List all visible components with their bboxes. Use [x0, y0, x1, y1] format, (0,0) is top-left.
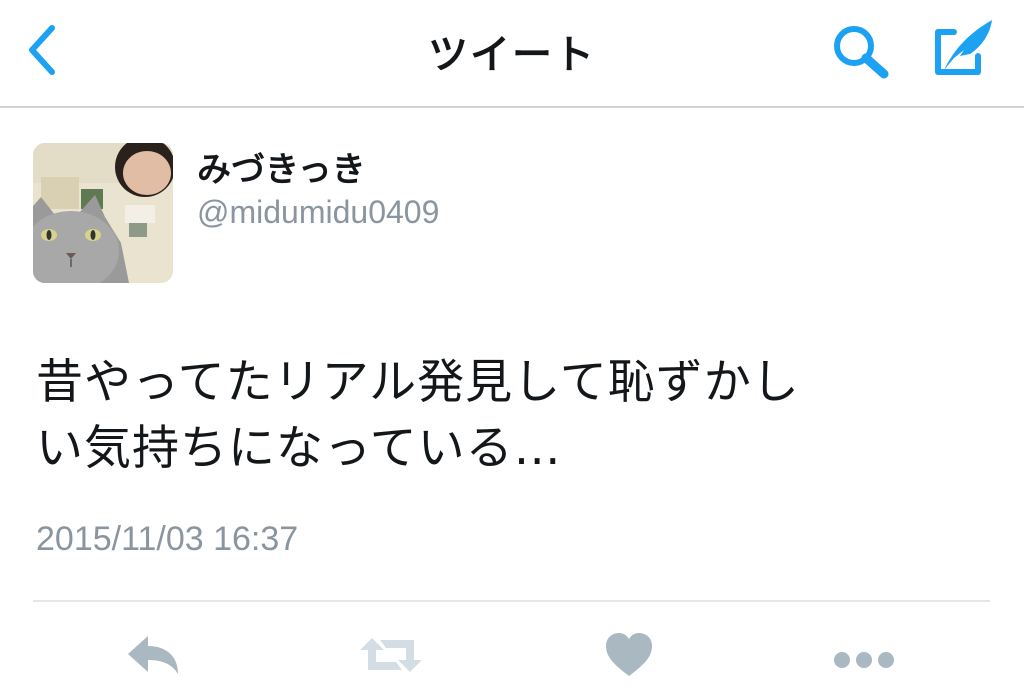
avatar-image: [33, 143, 173, 283]
tweet-text-line: 昔やってたリアル発見して恥ずかし: [36, 355, 800, 410]
navigation-bar: ツイート: [0, 0, 1024, 108]
avatar[interactable]: [33, 143, 173, 283]
more-button[interactable]: [832, 630, 896, 680]
tweet-text-line: い気持ちになっている…: [36, 421, 562, 476]
author-display-name[interactable]: みづきっき: [197, 142, 366, 191]
tweet-text: 昔やってたリアル発見して恥ずかし い気持ちになっている…: [36, 350, 996, 482]
reply-button[interactable]: [124, 630, 184, 680]
author-handle[interactable]: @midumidu0409: [197, 194, 439, 231]
divider: [33, 600, 990, 602]
heart-icon: [606, 633, 652, 676]
compose-tweet-button[interactable]: [930, 14, 1000, 80]
retweet-button[interactable]: [356, 630, 426, 680]
more-icon: [834, 652, 894, 668]
search-button[interactable]: [828, 22, 894, 82]
compose-tweet-icon: [935, 20, 992, 75]
retweet-icon: [360, 638, 422, 672]
tweet-timestamp: 2015/11/03 16:37: [36, 520, 299, 558]
like-button[interactable]: [602, 630, 656, 680]
reply-icon: [128, 636, 178, 674]
search-icon: [834, 26, 889, 79]
